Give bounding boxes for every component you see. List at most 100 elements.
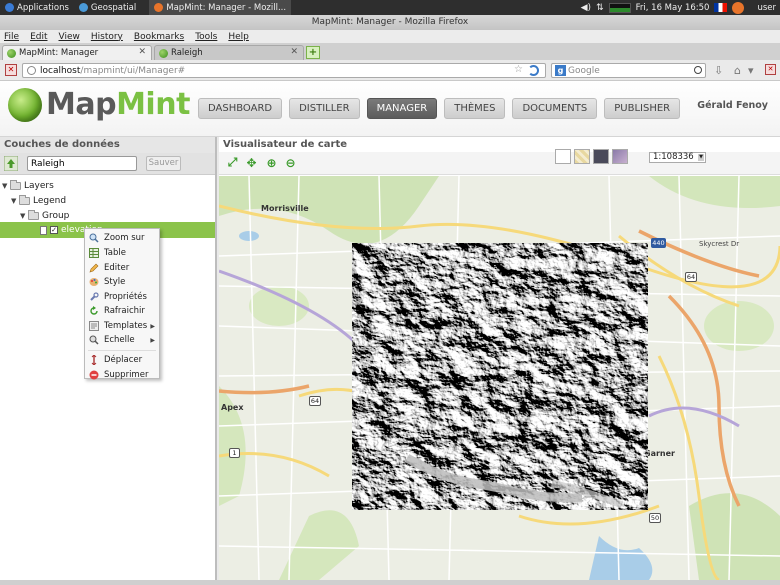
url-path: /mapmint/ui/Manager#: [80, 65, 186, 76]
route-shield-50: 50: [649, 513, 661, 523]
close-tab-icon[interactable]: ✕: [290, 47, 298, 57]
stop-icon[interactable]: ✕: [5, 64, 17, 76]
nav-dashboard-button[interactable]: DASHBOARD: [198, 98, 283, 119]
save-button[interactable]: Sauver: [146, 156, 181, 171]
os-top-panel: Applications Geospatial MapMint: Manager…: [0, 0, 780, 15]
user-label[interactable]: user: [757, 3, 776, 13]
delete-icon: [89, 370, 99, 380]
pencil-icon: [89, 263, 99, 273]
tools-menu-icon[interactable]: ▾: [748, 64, 754, 77]
firefox-tray-icon[interactable]: [732, 1, 745, 14]
menu-item-zoom-to[interactable]: Zoom sur: [85, 231, 159, 245]
collapse-triangle-icon[interactable]: ▼: [11, 197, 19, 205]
close-tab-icon[interactable]: ✕: [138, 47, 146, 57]
dropdown-arrow-icon: ▼: [698, 154, 704, 161]
menu-edit[interactable]: Edit: [30, 32, 47, 42]
nav-themes-button[interactable]: THÈMES: [444, 98, 506, 119]
menu-file[interactable]: File: [4, 32, 19, 42]
menu-item-scale[interactable]: Echelle ▶: [85, 333, 159, 347]
collapse-triangle-icon[interactable]: ▼: [20, 212, 28, 220]
tab-mapmint-manager[interactable]: MapMint: Manager ✕: [2, 45, 152, 60]
map-viewer-panel: Visualisateur de carte ⤢ ✥ ⊕ ⊖ 1:108336 ▼: [219, 137, 780, 580]
menu-item-table[interactable]: Table: [85, 246, 159, 260]
place-label-garner: Garner: [644, 449, 675, 458]
applications-menu[interactable]: Applications: [0, 0, 74, 15]
google-engine-icon[interactable]: g: [555, 65, 566, 76]
tab-raleigh[interactable]: Raleigh ✕: [154, 45, 304, 60]
geospatial-menu[interactable]: Geospatial: [74, 0, 141, 15]
home-icon[interactable]: ⌂: [734, 64, 741, 77]
nav-publisher-button[interactable]: PUBLISHER: [604, 98, 681, 119]
browser-status-bar: [0, 580, 780, 585]
collapse-triangle-icon[interactable]: ▼: [2, 182, 10, 190]
reload-icon[interactable]: [528, 65, 539, 76]
map-canvas[interactable]: Morrisville Apex Garner Skycrest Dr 64 6…: [219, 176, 780, 580]
menu-item-move[interactable]: Déplacer: [85, 353, 159, 367]
bookmark-star-icon[interactable]: ☆: [514, 64, 523, 75]
basemap-satellite-icon[interactable]: [593, 149, 609, 164]
mapmint-leaf-logo-icon: [8, 87, 42, 122]
volume-icon[interactable]: ◀): [581, 3, 591, 13]
scale-select[interactable]: 1:108336 ▼: [649, 152, 706, 163]
tree-node-group[interactable]: ▼ Group: [20, 209, 69, 223]
menu-history[interactable]: History: [91, 32, 123, 42]
route-shield-440: 440: [651, 238, 666, 248]
download-icon[interactable]: ⇩: [714, 64, 723, 77]
upload-icon[interactable]: [4, 156, 18, 171]
tree-node-layers[interactable]: ▼ Layers: [2, 179, 54, 193]
keyboard-layout-flag-icon[interactable]: [714, 3, 728, 12]
folder-icon: [28, 210, 39, 220]
browser-tab-bar: MapMint: Manager ✕ Raleigh ✕ +: [0, 43, 780, 60]
menu-item-style[interactable]: Style: [85, 275, 159, 289]
layers-toolbar: Sauver: [0, 153, 215, 175]
globe-icon: [78, 3, 88, 12]
search-icon[interactable]: [694, 66, 702, 74]
nav-manager-button[interactable]: MANAGER: [366, 98, 438, 119]
street-label-skycrest: Skycrest Dr: [699, 240, 740, 248]
close-window-icon[interactable]: ✕: [765, 64, 776, 75]
user-name[interactable]: Gérald Fenoy: [697, 100, 768, 111]
basemap-streets-icon[interactable]: [574, 149, 590, 164]
menu-item-refresh[interactable]: Rafraichir: [85, 304, 159, 318]
zoom-to-extent-icon[interactable]: ⤢: [225, 155, 240, 170]
url-host: localhost: [40, 65, 81, 76]
pan-icon[interactable]: ✥: [244, 155, 259, 170]
zoom-in-icon[interactable]: ⊕: [264, 155, 279, 170]
zoom-icon: [89, 233, 99, 243]
clock-text[interactable]: Fri, 16 May 16:50: [636, 3, 710, 13]
network-icon[interactable]: ⇅: [596, 3, 604, 13]
search-bar[interactable]: g Google: [551, 63, 706, 78]
menu-bookmarks[interactable]: Bookmarks: [134, 32, 184, 42]
mapmint-favicon-icon: [159, 48, 168, 58]
map-name-input[interactable]: [27, 156, 137, 171]
new-tab-plus-icon[interactable]: +: [306, 46, 320, 59]
layers-panel-title: Couches de données: [0, 137, 215, 153]
basemap-hybrid-icon[interactable]: [612, 149, 628, 164]
menu-help[interactable]: Help: [228, 32, 249, 42]
menu-tools[interactable]: Tools: [195, 32, 217, 42]
folder-icon: [19, 195, 30, 205]
browser-navigation-bar: ✕ localhost/mapmint/ui/Manager# ☆ g Goog…: [0, 60, 780, 81]
main-navigation: DASHBOARD DISTILLER MANAGER THÈMES DOCUM…: [198, 98, 681, 119]
menu-item-edit[interactable]: Editer: [85, 261, 159, 275]
tree-node-legend[interactable]: ▼ Legend: [11, 194, 66, 208]
layer-visibility-checkbox[interactable]: ✓: [50, 226, 58, 234]
mapmint-logo[interactable]: MapMint: [8, 87, 190, 122]
elevation-hillshade-layer: [352, 243, 648, 510]
nav-documents-button[interactable]: DOCUMENTS: [512, 98, 598, 119]
layer-file-icon: [40, 225, 47, 235]
folder-icon: [10, 180, 21, 190]
basemap-blank-icon[interactable]: [555, 149, 571, 164]
template-icon: [89, 321, 99, 331]
taskbar-window-button[interactable]: MapMint: Manager - Mozill...: [149, 0, 292, 15]
palette-icon: [89, 278, 99, 286]
menu-view[interactable]: View: [59, 32, 80, 42]
site-identity-icon[interactable]: [27, 66, 36, 75]
menu-item-delete[interactable]: Supprimer: [85, 368, 159, 382]
zoom-out-icon[interactable]: ⊖: [283, 155, 298, 170]
menu-item-properties[interactable]: Propriétés: [85, 290, 159, 304]
menu-item-templates[interactable]: Templates ▶: [85, 319, 159, 333]
submenu-arrow-icon: ▶: [150, 322, 155, 330]
nav-distiller-button[interactable]: DISTILLER: [289, 98, 360, 119]
url-bar[interactable]: localhost/mapmint/ui/Manager# ☆: [22, 63, 546, 78]
